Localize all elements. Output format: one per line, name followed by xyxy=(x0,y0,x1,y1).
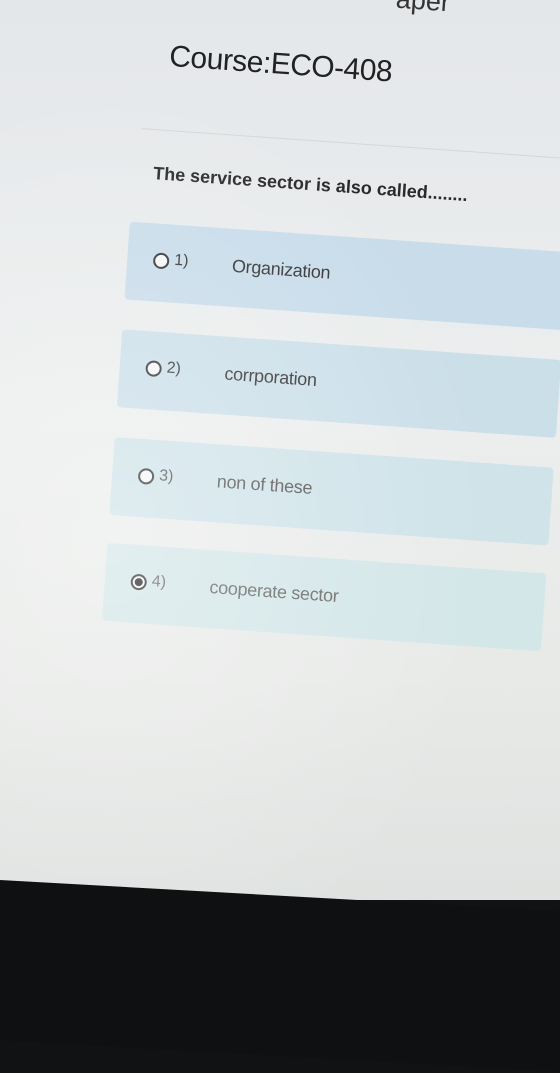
radio-option-1[interactable] xyxy=(152,252,170,270)
option-3-label: non of these xyxy=(216,471,313,498)
question-text: The service sector is also called.......… xyxy=(152,163,469,206)
radio-option-2[interactable] xyxy=(145,360,163,378)
radio-option-3[interactable] xyxy=(137,467,155,485)
divider xyxy=(141,128,560,162)
option-1-label: Organization xyxy=(231,255,331,283)
screen: aper Course:ECO-408 The service sector i… xyxy=(0,0,560,900)
option-2-label: corrporation xyxy=(223,363,318,390)
option-2[interactable]: 2) corrporation xyxy=(116,329,560,438)
option-4-number: 4) xyxy=(151,573,167,591)
option-1[interactable]: 1) Organization xyxy=(124,221,560,331)
monitor-bezel xyxy=(0,880,560,1073)
option-3-number: 3) xyxy=(158,467,174,486)
radio-option-4[interactable] xyxy=(130,573,148,591)
exam-page: aper Course:ECO-408 The service sector i… xyxy=(0,0,560,900)
course-title: Course:ECO-408 xyxy=(168,39,394,89)
option-4-label: cooperate sector xyxy=(208,577,340,607)
option-1-number: 1) xyxy=(173,251,190,270)
option-3[interactable]: 3) non of these xyxy=(109,437,554,546)
page-heading: aper xyxy=(395,0,452,18)
option-2-number: 2) xyxy=(166,359,182,378)
option-4[interactable]: 4) cooperate sector xyxy=(101,542,547,652)
